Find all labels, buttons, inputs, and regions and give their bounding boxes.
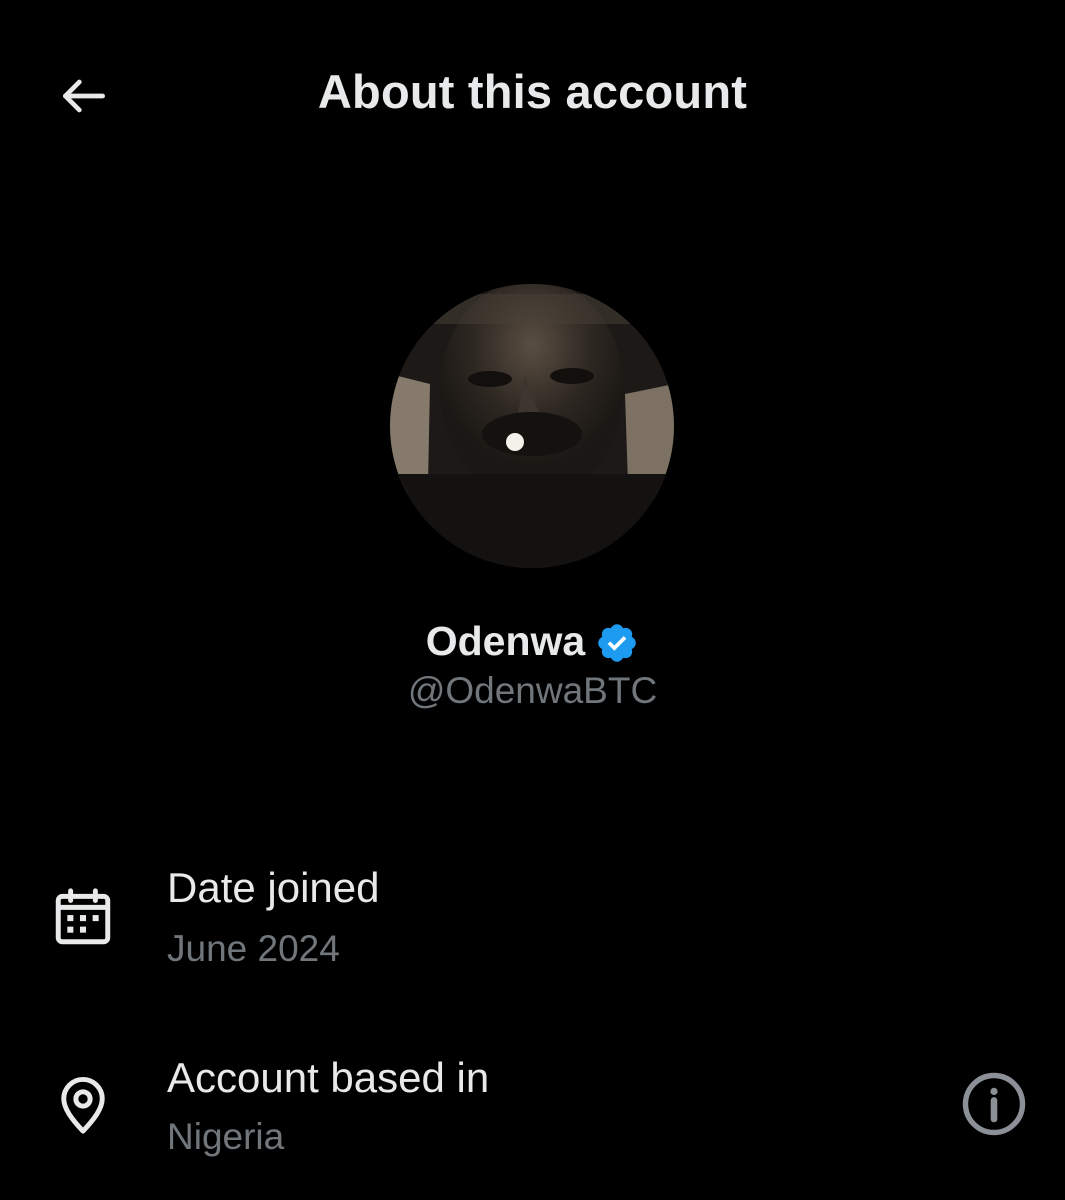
date-joined-row: Date joined June 2024 (0, 860, 1065, 990)
account-based-in-label: Account based in (167, 1054, 490, 1101)
account-handle: @OdenwaBTC (407, 670, 658, 711)
location-pin-icon (50, 1072, 116, 1138)
calendar-icon (50, 884, 116, 950)
info-button[interactable] (958, 1068, 1030, 1140)
avatar-image (390, 284, 674, 568)
top-bar: About this account (0, 0, 1065, 190)
name-row: Odenwa (0, 618, 1065, 665)
display-name: Odenwa (425, 618, 586, 664)
account-based-in-value: Nigeria (167, 1116, 285, 1157)
verified-badge-icon (598, 623, 637, 662)
page-title: About this account (317, 65, 748, 118)
account-based-in-row: Account based in Nigeria (0, 1050, 1065, 1180)
info-icon (962, 1072, 1026, 1136)
date-joined-label: Date joined (167, 864, 380, 911)
date-joined-value: June 2024 (167, 928, 340, 969)
avatar[interactable] (390, 284, 674, 568)
